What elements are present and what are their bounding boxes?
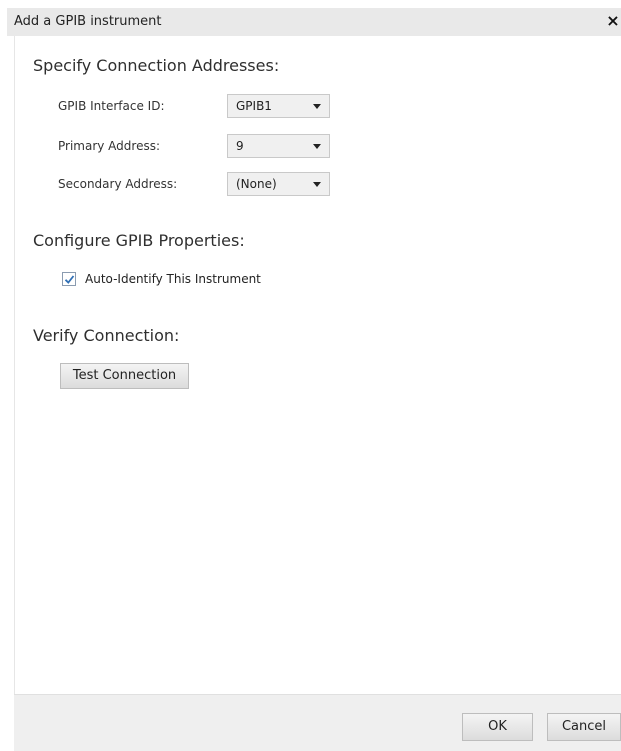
ok-button[interactable]: OK bbox=[462, 713, 533, 741]
properties-heading: Configure GPIB Properties: bbox=[33, 231, 245, 250]
auto-identify-label: Auto-Identify This Instrument bbox=[85, 272, 261, 286]
primary-address-label: Primary Address: bbox=[58, 139, 161, 153]
primary-address-select[interactable]: 9 bbox=[227, 134, 330, 158]
interface-id-select[interactable]: GPIB1 bbox=[227, 94, 330, 118]
interface-id-label: GPIB Interface ID: bbox=[58, 99, 165, 113]
test-connection-button[interactable]: Test Connection bbox=[60, 363, 189, 389]
cancel-button[interactable]: Cancel bbox=[547, 713, 621, 741]
verify-heading: Verify Connection: bbox=[33, 326, 180, 345]
connection-heading: Specify Connection Addresses: bbox=[33, 56, 280, 75]
add-gpib-dialog: Add a GPIB instrument × Specify Connecti… bbox=[0, 0, 621, 751]
chevron-down-icon bbox=[313, 182, 321, 187]
chevron-down-icon bbox=[313, 104, 321, 109]
chevron-down-icon bbox=[313, 144, 321, 149]
close-icon[interactable]: × bbox=[605, 11, 621, 31]
primary-address-value: 9 bbox=[236, 139, 244, 153]
dialog-footer: OK Cancel bbox=[14, 694, 621, 751]
auto-identify-checkbox[interactable] bbox=[62, 272, 76, 286]
dialog-content: Specify Connection Addresses: GPIB Inter… bbox=[14, 36, 621, 694]
dialog-titlebar: Add a GPIB instrument × bbox=[7, 8, 621, 36]
secondary-address-value: (None) bbox=[236, 177, 277, 191]
interface-id-value: GPIB1 bbox=[236, 99, 272, 113]
secondary-address-label: Secondary Address: bbox=[58, 177, 178, 191]
secondary-address-select[interactable]: (None) bbox=[227, 172, 330, 196]
checkmark-icon bbox=[64, 275, 75, 284]
dialog-title: Add a GPIB instrument bbox=[14, 14, 162, 29]
